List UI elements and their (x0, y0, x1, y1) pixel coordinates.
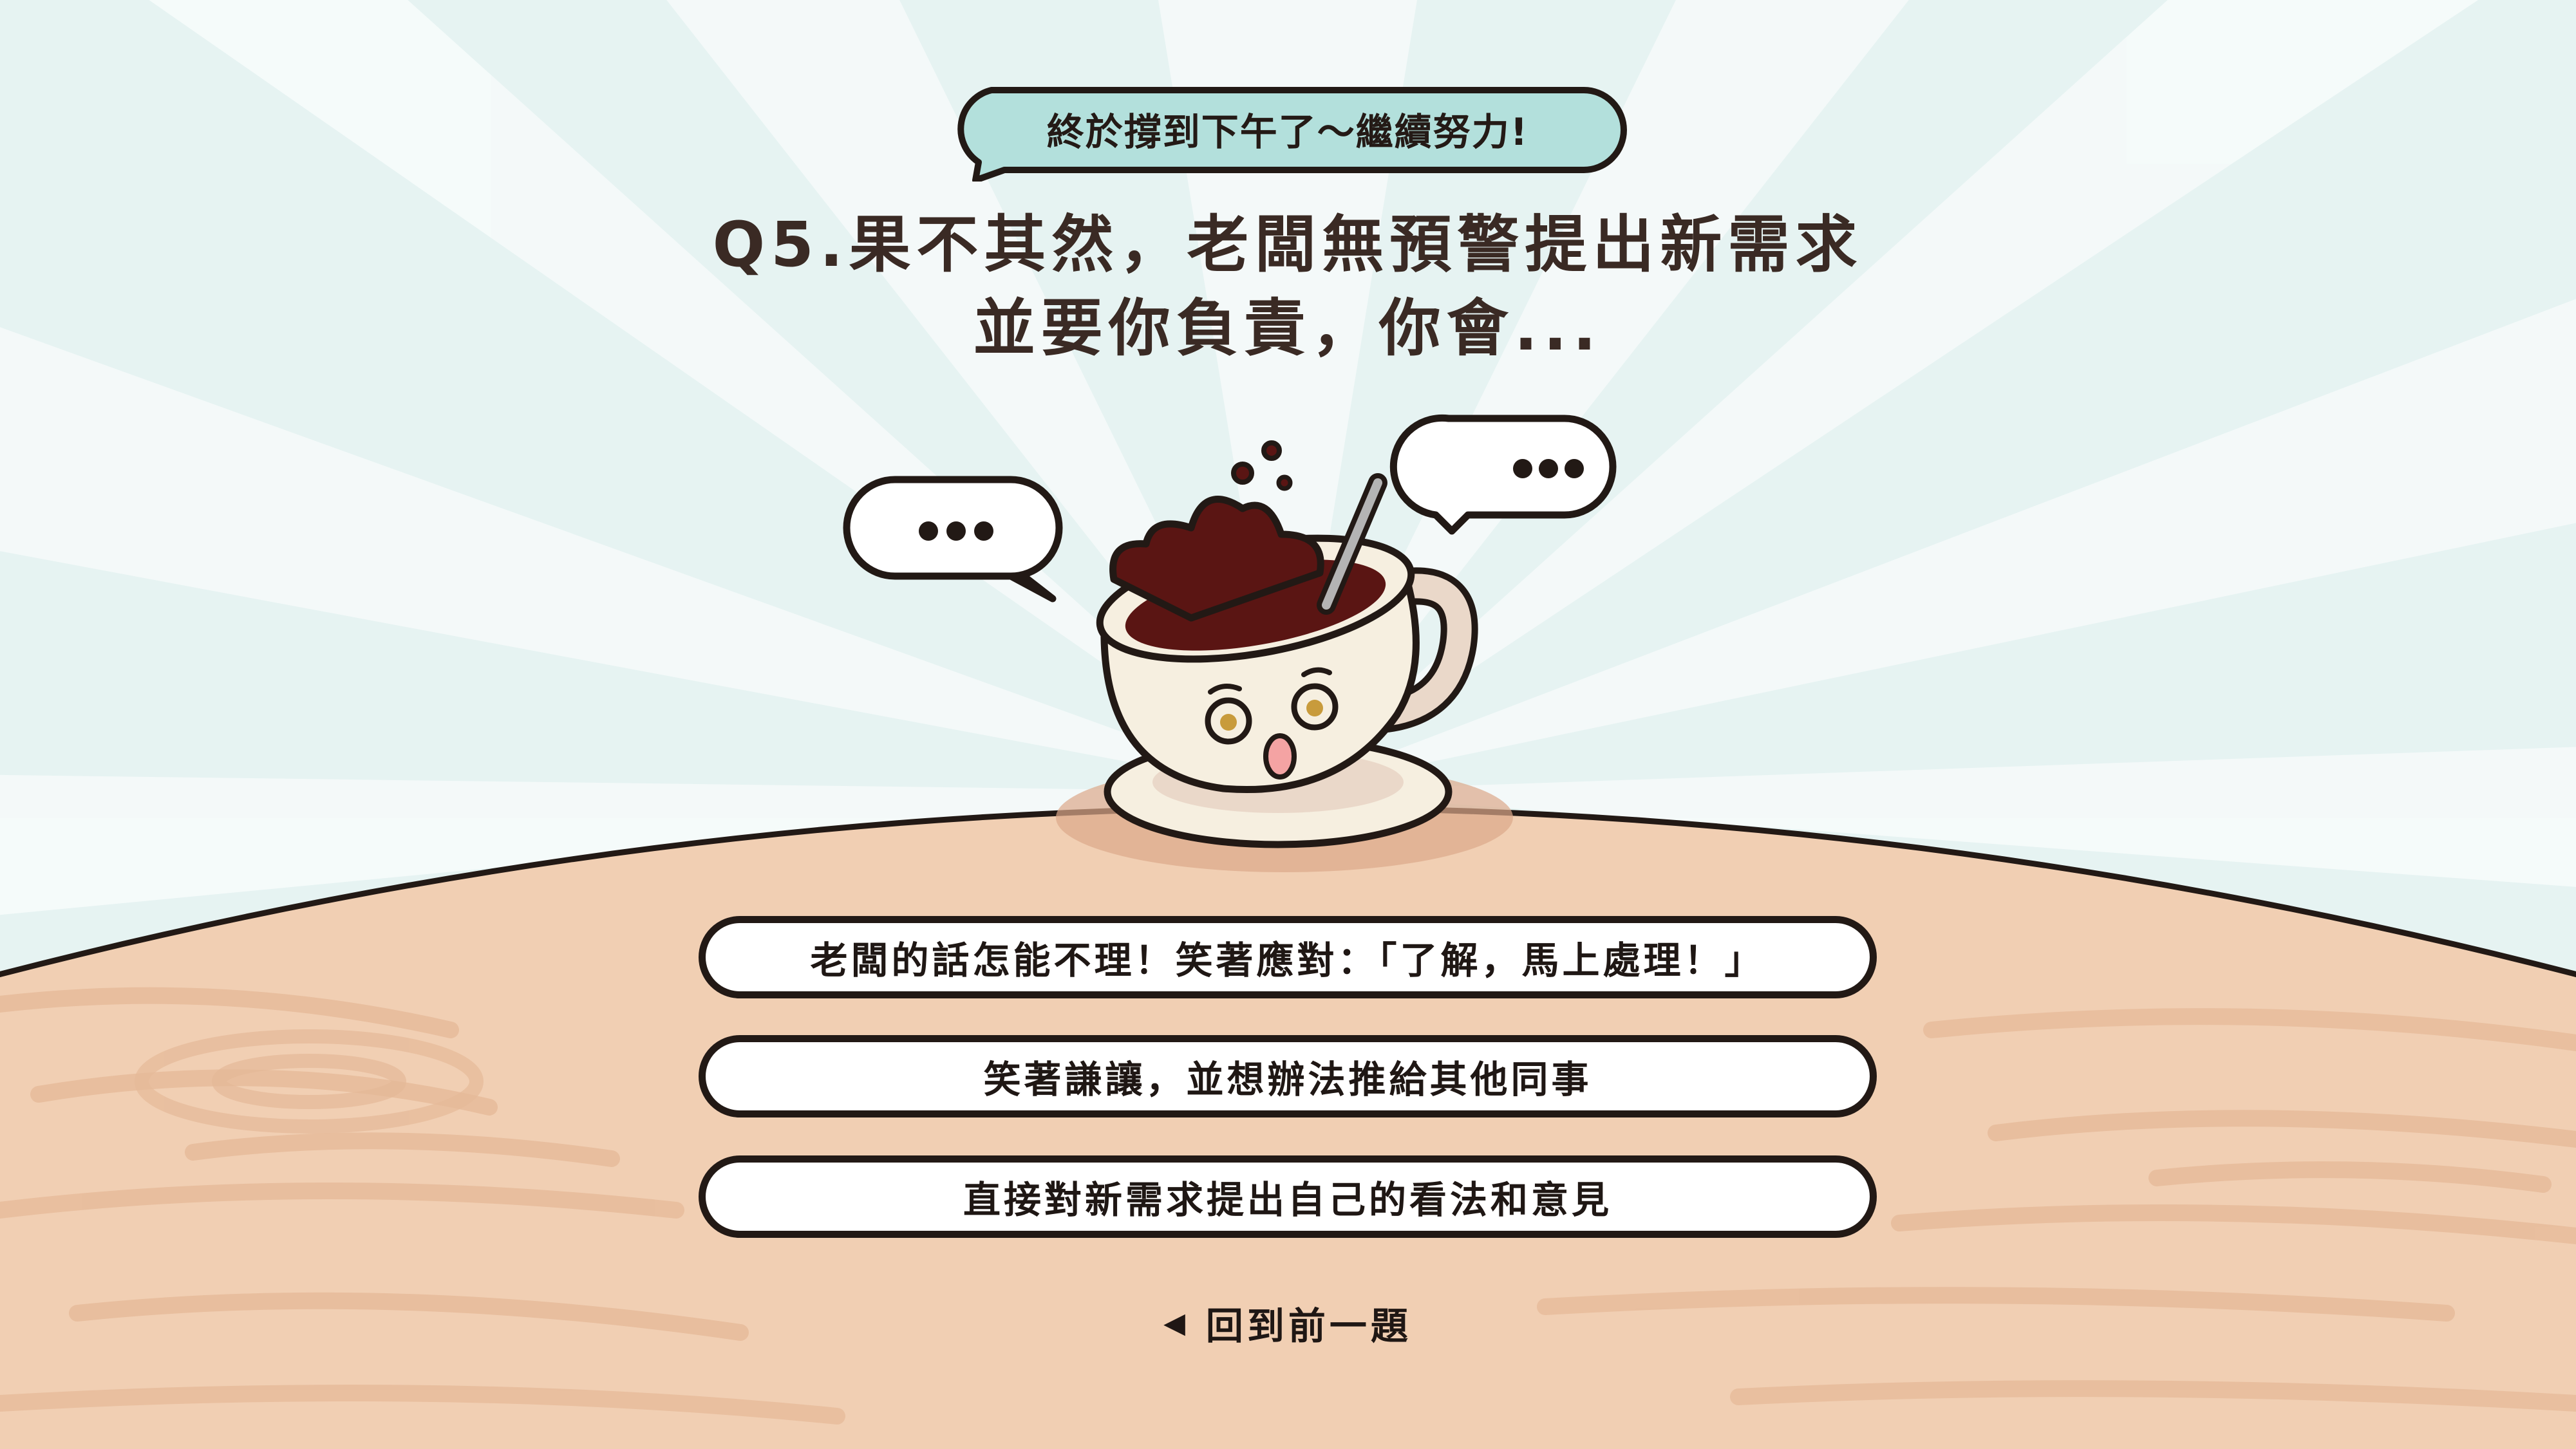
option-button-2[interactable]: 笑著謙讓，並想辦法推給其他同事 (699, 1035, 1877, 1117)
quiz-screen: 終於撐到下午了～繼續努力! Q5.果不其然，老闆無預警提出新需求 並要你負責，你… (0, 0, 2576, 1449)
back-to-previous-button[interactable]: ◀ 回到前一題 (1152, 1294, 1423, 1352)
option-button-1[interactable]: 老闆的話怎能不理！笑著應對：「了解，馬上處理！」 (699, 916, 1877, 998)
option-button-3[interactable]: 直接對新需求提出自己的看法和意見 (699, 1155, 1877, 1238)
triangle-left-icon: ◀ (1163, 1306, 1189, 1340)
coffee-cup-illustration (843, 414, 1617, 872)
left-speech-bubble (843, 476, 1063, 603)
right-speech-bubble (1389, 414, 1617, 535)
question-line-2: 並要你負責，你會... (973, 292, 1603, 364)
header-bubble-text: 終於撐到下午了～繼續努力! (1046, 110, 1529, 154)
question-title: Q5.果不其然，老闆無預警提出新需求 並要你負責，你會... (579, 203, 1996, 370)
back-label: 回到前一題 (1205, 1304, 1412, 1348)
question-line-1: Q5.果不其然，老闆無預警提出新需求 (712, 209, 1863, 281)
